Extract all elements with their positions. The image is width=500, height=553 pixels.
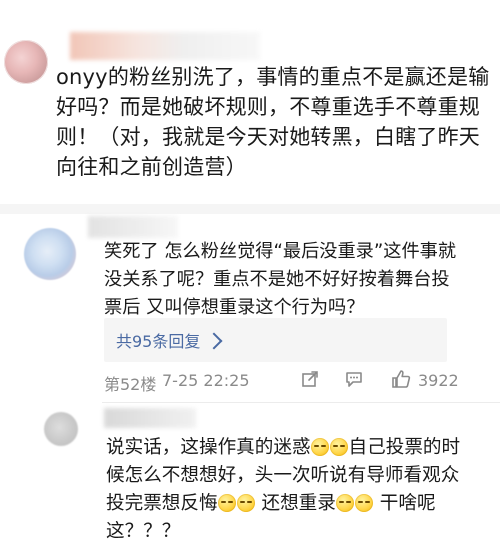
emoji-face-icon	[218, 494, 237, 512]
avatar[interactable]	[44, 412, 78, 446]
comment-icon[interactable]	[344, 369, 364, 389]
like-count: 3922	[418, 371, 459, 390]
divider	[0, 204, 500, 214]
emoji-face-icon	[311, 438, 330, 456]
username-blurred[interactable]	[104, 408, 196, 428]
floor-number: 第52楼	[104, 375, 157, 394]
comment-text: 说实话，这操作真的迷惑 自己投票的时候怎么不想想好，头一次听说有导师看观众投完票想…	[106, 434, 466, 546]
thumbs-up-icon[interactable]	[390, 368, 411, 388]
chevron-right-icon	[205, 332, 223, 350]
comment-text-part: 还想重录	[255, 493, 336, 514]
comment-meta-row: 第52楼 7-25 22:25 3922	[104, 366, 464, 394]
avatar[interactable]	[24, 228, 76, 280]
comment-text-part: 说实话，这操作真的迷惑	[106, 437, 311, 458]
replies-count-label: 共95条回复	[116, 332, 201, 351]
emoji-face-icon	[355, 494, 374, 512]
comment-text: onyy的粉丝别洗了，事情的重点不是赢还是输好吗？而是她破坏规则，不尊重选手不尊…	[56, 65, 490, 179]
share-icon[interactable]	[300, 369, 320, 389]
emoji-face-icon	[237, 494, 256, 512]
emoji-face-icon	[330, 438, 349, 456]
divider	[102, 402, 500, 403]
avatar[interactable]	[4, 40, 48, 84]
username-blurred[interactable]	[88, 216, 178, 238]
comment-text: 笑死了 怎么粉丝觉得“最后没重录”这件事就没关系了呢？重点不是她不好好按着舞台投…	[104, 241, 457, 318]
emoji-face-icon	[336, 494, 355, 512]
username-blurred[interactable]	[70, 32, 260, 60]
timestamp: 7-25 22:25	[162, 371, 250, 390]
replies-button[interactable]: 共95条回复	[104, 318, 447, 362]
